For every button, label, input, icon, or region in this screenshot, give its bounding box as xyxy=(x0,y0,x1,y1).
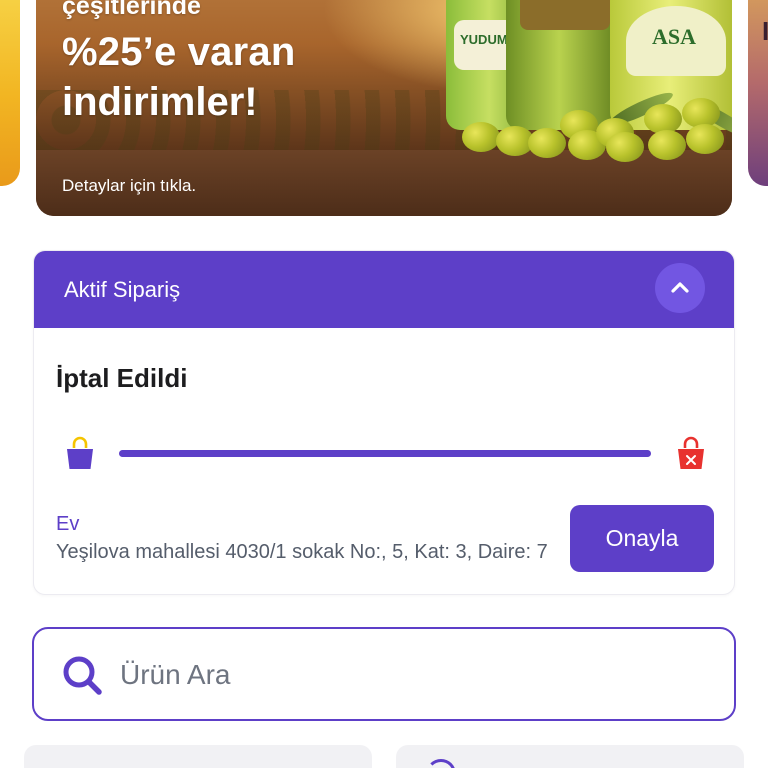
confirm-button[interactable]: Onayla xyxy=(570,505,714,572)
cancelled-bag-icon xyxy=(678,436,704,469)
promo-banner[interactable]: çeşitlerinde %25’e varan indirimler! Det… xyxy=(36,0,732,216)
chevron-up-icon xyxy=(671,282,689,293)
address-label: Ev xyxy=(56,513,80,535)
carousel-prev-slide[interactable] xyxy=(0,0,20,186)
search-icon xyxy=(63,656,102,695)
active-order-card: Aktif Sipariş İptal Edildi Ev Yeşilova m… xyxy=(33,250,735,595)
home-screen: çeşitlerinde %25’e varan indirimler! Det… xyxy=(0,0,768,768)
product-search-bar[interactable] xyxy=(32,627,736,721)
order-progress-fill xyxy=(119,450,651,457)
active-order-header[interactable]: Aktif Sipariş xyxy=(34,251,734,328)
shopping-bag-icon xyxy=(67,436,93,469)
order-status: İptal Edildi xyxy=(56,363,188,393)
bottle-brand-label: ASA xyxy=(652,24,697,49)
bottle-brand-label: YUDUM xyxy=(460,32,508,47)
banner-headline-line2: %25’e varan xyxy=(62,30,296,74)
category-card[interactable] xyxy=(24,745,372,768)
address-text: Yeşilova mahallesi 4030/1 sokak No:, 5, … xyxy=(56,541,548,563)
search-input[interactable] xyxy=(120,651,680,699)
category-icon xyxy=(426,759,456,768)
order-progress-track xyxy=(119,450,651,457)
next-slide-glyph: I xyxy=(762,16,768,46)
collapse-button[interactable] xyxy=(655,263,705,313)
active-order-title: Aktif Sipariş xyxy=(64,277,181,302)
banner-cta[interactable]: Detaylar için tıkla. xyxy=(62,176,196,196)
carousel-next-slide[interactable]: I xyxy=(748,0,768,186)
olives-image xyxy=(456,87,732,168)
banner-headline-line1: çeşitlerinde xyxy=(62,0,201,20)
category-card[interactable] xyxy=(396,745,744,768)
banner-headline-line3: indirimler! xyxy=(62,80,258,124)
